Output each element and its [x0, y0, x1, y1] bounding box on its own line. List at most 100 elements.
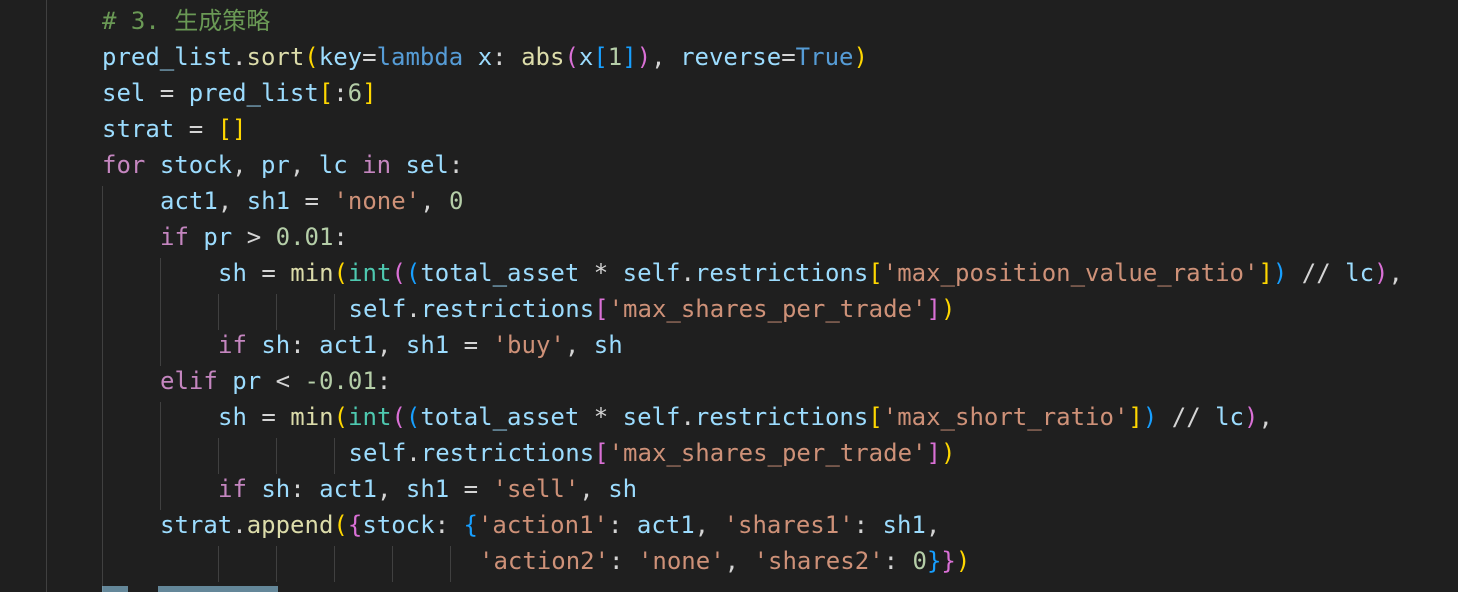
code-token: # 3. 生成策略: [102, 7, 271, 35]
code-token: 0: [449, 187, 464, 215]
code-token: strat: [160, 511, 233, 539]
code-token: =: [362, 43, 377, 71]
code-token: lc: [1215, 403, 1244, 431]
code-token: (: [564, 43, 579, 71]
code-token: [: [868, 259, 883, 287]
code-token: sh1: [405, 331, 450, 359]
code-token: }: [941, 547, 956, 575]
code-token: ]: [926, 295, 941, 323]
code-token: ,: [289, 151, 319, 179]
code-token: act1: [319, 475, 377, 503]
code-token: =: [246, 259, 291, 287]
code-line: strat.append({stock: {'action1': act1, '…: [160, 507, 940, 543]
code-token: self: [622, 403, 681, 431]
indent-guide-for: [102, 186, 103, 592]
code-token: .: [680, 403, 695, 431]
code-token: .: [680, 259, 695, 287]
code-token: <: [261, 367, 305, 395]
code-token: (: [405, 259, 421, 287]
code-line: self.restrictions['max_shares_per_trade'…: [349, 291, 956, 327]
code-token: ,: [724, 547, 754, 575]
code-token: [: [868, 403, 883, 431]
code-token: }: [926, 547, 942, 575]
code-token: ): [1374, 259, 1389, 287]
code-line: strat = []: [102, 111, 247, 147]
indent-guide-continuation: [334, 438, 335, 474]
indent-guide-elif: [160, 402, 161, 510]
code-line: elif pr < -0.01:: [160, 363, 391, 399]
code-token: .: [232, 511, 247, 539]
indent-guide-continuation: [276, 438, 277, 474]
code-token: *: [579, 259, 623, 287]
code-token: (: [391, 259, 406, 287]
code-token: restrictions: [694, 259, 869, 287]
partial-next-line-token: [158, 586, 278, 592]
code-token: (: [333, 403, 349, 431]
code-token: lambda: [376, 43, 464, 71]
code-token: ,: [579, 475, 609, 503]
code-token: 'action1': [477, 511, 608, 539]
code-token: ,: [925, 511, 941, 539]
code-token: True: [795, 43, 854, 71]
code-token: self: [622, 259, 681, 287]
code-token: lc: [1345, 259, 1375, 287]
code-token: pr: [203, 223, 233, 251]
code-line: if sh: act1, sh1 = 'sell', sh: [218, 471, 637, 507]
code-token: ]: [926, 439, 941, 467]
code-line: sh = min(int((total_asset * self.restric…: [218, 399, 1273, 435]
code-token: 'max_short_ratio': [882, 403, 1129, 431]
partial-next-line: [102, 586, 128, 592]
code-line: sh = min(int((total_asset * self.restric…: [218, 255, 1403, 291]
code-token: 'none': [637, 547, 725, 575]
code-token: ): [1142, 403, 1158, 431]
code-token: [: [594, 295, 609, 323]
code-token: 'buy': [492, 331, 565, 359]
code-token: for: [102, 151, 146, 179]
code-token: act1: [636, 511, 695, 539]
code-token: restrictions: [694, 403, 869, 431]
code-token: 1: [607, 43, 623, 71]
code-token: {: [463, 511, 478, 539]
code-token: ]: [362, 79, 377, 107]
code-token: if: [218, 475, 247, 503]
code-token: sh1: [405, 475, 450, 503]
code-token: total_asset: [420, 259, 580, 287]
code-token: (: [333, 259, 349, 287]
code-token: key: [318, 43, 363, 71]
code-token: ]: [1258, 259, 1273, 287]
code-token: sh: [218, 403, 247, 431]
code-token: :: [333, 79, 348, 107]
code-token: min: [290, 403, 334, 431]
indent-guide-if: [160, 258, 161, 366]
code-line: # 3. 生成策略: [102, 3, 270, 39]
code-token: ): [1244, 403, 1259, 431]
code-token: ,: [420, 187, 450, 215]
code-token: int: [348, 403, 392, 431]
code-token: self: [348, 295, 407, 323]
code-token: :: [492, 43, 522, 71]
code-editor[interactable]: # 3. 生成策略 pred_list.sort(key=lambda x: ab…: [0, 0, 1458, 592]
code-token: ): [940, 295, 956, 323]
code-token: 'max_shares_per_trade': [608, 439, 927, 467]
code-token: ]: [1128, 403, 1143, 431]
code-token: ): [853, 43, 868, 71]
code-token: =: [781, 43, 796, 71]
indent-guide-continuation: [218, 438, 219, 474]
code-token: 6: [347, 79, 363, 107]
code-token: self: [348, 439, 407, 467]
code-token: [: [593, 43, 608, 71]
code-token: sort: [246, 43, 305, 71]
indent-guide-continuation: [334, 294, 335, 330]
code-token: *: [579, 403, 623, 431]
code-token: strat: [102, 115, 175, 143]
code-token: lc: [318, 151, 348, 179]
code-token: ,: [376, 331, 406, 359]
code-token: :: [333, 223, 348, 251]
code-token: if: [218, 331, 247, 359]
